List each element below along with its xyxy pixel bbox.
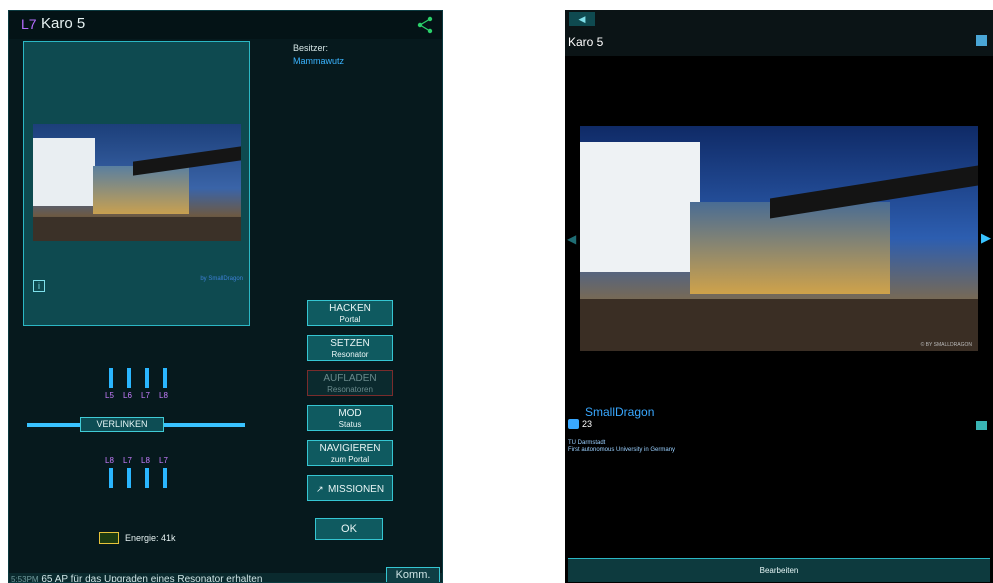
deploy-button[interactable]: SETZEN Resonator xyxy=(307,335,393,361)
photo-author[interactable]: SmallDragon xyxy=(585,405,654,419)
photo-building-glass xyxy=(690,202,890,294)
photo-ground xyxy=(33,217,241,241)
portal-header: L7 Karo 5 xyxy=(9,11,442,39)
portal-description-line2: First autonomous University in Germany xyxy=(568,447,676,453)
resonator-level: L6 xyxy=(123,391,132,400)
thumbs-up-icon[interactable] xyxy=(568,419,579,429)
prev-arrow-icon[interactable]: ◀ xyxy=(567,232,576,246)
comm-button[interactable]: Komm. xyxy=(386,567,440,582)
link-button[interactable]: VERLINKEN xyxy=(80,417,164,432)
photo-building-left xyxy=(580,142,700,272)
recharge-button[interactable]: AUFLADEN Resonatoren xyxy=(307,370,393,396)
next-arrow-icon[interactable]: ▶ xyxy=(981,230,991,246)
recharge-button-label: AUFLADEN xyxy=(323,373,377,384)
detail-header: ◀ Karo 5 xyxy=(565,10,993,56)
photo-credit: © BY SMALLDRAGON xyxy=(920,342,972,348)
back-icon[interactable]: ◀ xyxy=(569,12,595,26)
missions-button-label: MISSIONEN xyxy=(327,484,385,495)
chat-message[interactable]: 5:53PM 65 AP für das Upgraden eines Reso… xyxy=(11,574,263,583)
chat-text: 65 AP für das Upgraden eines Resonator e… xyxy=(41,574,263,583)
photo-ground xyxy=(580,299,978,351)
mod-button-sub: Status xyxy=(338,420,362,429)
resonator-level: L8 xyxy=(105,456,114,465)
image-credit: by SmallDragon xyxy=(200,276,243,282)
photo-detail-panel: ◀ Karo 5 ◀ © BY SMALLDRAGON ▶ SmallDrago… xyxy=(565,10,993,583)
resonator-slot[interactable] xyxy=(163,468,167,488)
mod-button[interactable]: MOD Status xyxy=(307,405,393,431)
photo-building-left xyxy=(33,138,95,206)
edit-button[interactable]: Bearbeiten xyxy=(568,558,990,582)
resonator-slot[interactable] xyxy=(145,468,149,488)
deploy-button-label: SETZEN xyxy=(330,338,370,349)
key-icon[interactable] xyxy=(99,532,119,544)
info-icon[interactable]: i xyxy=(33,280,45,292)
resonator-level: L8 xyxy=(159,391,168,400)
resonator-slot[interactable] xyxy=(145,368,149,388)
gallery-icon[interactable] xyxy=(976,35,987,46)
navigate-button-sub: zum Portal xyxy=(330,455,370,464)
navigate-button-label: NAVIGIEREN xyxy=(319,443,381,454)
detail-title: Karo 5 xyxy=(568,35,604,49)
report-icon[interactable] xyxy=(976,421,987,430)
portal-level: L7 xyxy=(21,16,37,32)
resonator-level: L5 xyxy=(105,391,114,400)
portal-title: Karo 5 xyxy=(41,15,86,32)
mod-button-label: MOD xyxy=(338,408,362,419)
hack-button[interactable]: HACKEN Portal xyxy=(307,300,393,326)
resonator-slot[interactable] xyxy=(109,368,113,388)
ok-button[interactable]: OK xyxy=(315,518,383,540)
chat-time: 5:53PM xyxy=(11,575,39,583)
hack-button-label: HACKEN xyxy=(329,303,371,314)
hack-button-sub: Portal xyxy=(339,315,361,324)
missions-button[interactable]: ↗ MISSIONEN xyxy=(307,475,393,501)
portal-photo-large[interactable]: © BY SMALLDRAGON xyxy=(580,126,978,351)
resonator-slot[interactable] xyxy=(163,368,167,388)
share-icon[interactable] xyxy=(416,16,434,34)
resonator-slot[interactable] xyxy=(127,368,131,388)
resonator-level: L7 xyxy=(123,456,132,465)
energy-label: Energie: 41k xyxy=(125,533,176,543)
portal-image-frame[interactable]: i by SmallDragon xyxy=(23,41,250,326)
resonator-slot[interactable] xyxy=(127,468,131,488)
portal-view-panel: L7 Karo 5 i by SmallDragon Besitzer: Mam… xyxy=(8,10,443,583)
navigate-button[interactable]: NAVIGIEREN zum Portal xyxy=(307,440,393,466)
missions-icon: ↗ xyxy=(315,484,324,494)
like-count: 23 xyxy=(582,419,593,429)
resonator-slot[interactable] xyxy=(109,468,113,488)
deploy-button-sub: Resonator xyxy=(331,350,369,359)
portal-photo[interactable] xyxy=(33,124,241,241)
resonator-level: L7 xyxy=(159,456,168,465)
portal-description-line1: TU Darmstadt xyxy=(568,440,606,446)
resonator-level: L7 xyxy=(141,391,150,400)
resonator-level: L8 xyxy=(141,456,150,465)
owner-label: Besitzer: xyxy=(293,43,329,53)
recharge-button-sub: Resonatoren xyxy=(327,385,373,394)
owner-name[interactable]: Mammawutz xyxy=(293,56,344,66)
